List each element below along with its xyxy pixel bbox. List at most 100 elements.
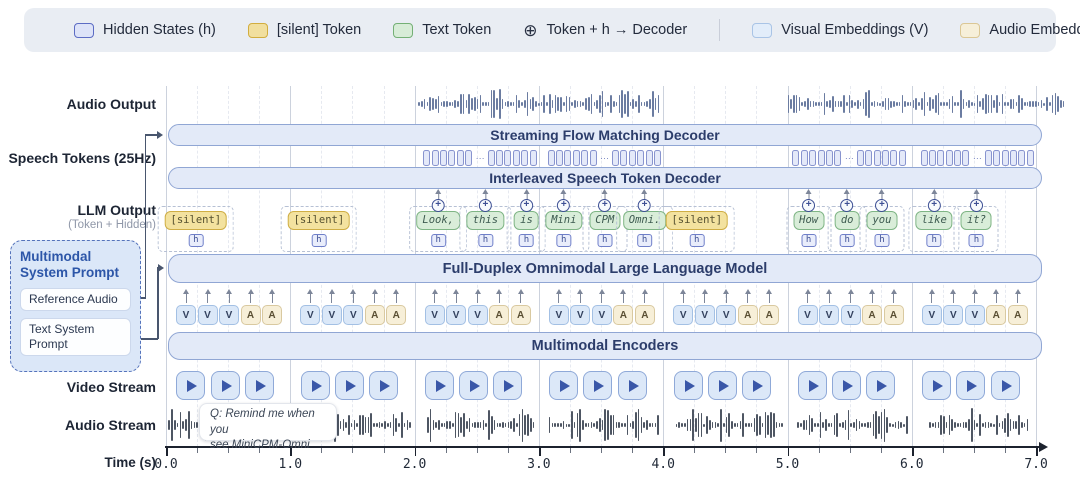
legend-label: Token + h → Decoder bbox=[546, 22, 688, 38]
connector-text-prompt-h bbox=[138, 338, 158, 340]
time-tick-minor bbox=[973, 448, 975, 453]
time-tick-minor bbox=[445, 448, 447, 453]
embedding-up-arrow-line bbox=[455, 294, 457, 303]
video-frame-button bbox=[369, 371, 399, 400]
time-tick-minor bbox=[880, 448, 882, 453]
video-frame-button bbox=[459, 371, 489, 400]
speech-token bbox=[555, 150, 563, 166]
token-pill: [silent] bbox=[287, 211, 351, 230]
embedding-up-arrow-line bbox=[520, 294, 522, 303]
embedding-cell: A bbox=[510, 289, 531, 325]
speech-token bbox=[564, 150, 572, 166]
hidden-state-box: h bbox=[637, 234, 653, 247]
visual-embedding-box: V bbox=[219, 305, 239, 325]
speech-token bbox=[993, 150, 1001, 166]
row-label-llm-output-sub: (Token + Hidden) bbox=[68, 219, 156, 231]
audio-embedding-box: A bbox=[862, 305, 882, 325]
legend-item-audio-embeddings: Audio Embeddings (A) bbox=[960, 22, 1080, 38]
embedding-up-arrow-line bbox=[931, 294, 933, 303]
video-frame-button bbox=[549, 371, 579, 400]
play-icon bbox=[877, 379, 888, 392]
legend-label: Hidden States (h) bbox=[103, 22, 216, 38]
embedding-up-arrow-line bbox=[309, 294, 311, 303]
time-tick-minor bbox=[383, 448, 385, 453]
token-pill: [silent] bbox=[164, 211, 228, 230]
token-group-box: this h bbox=[459, 206, 512, 252]
embedding-cell: A bbox=[737, 289, 758, 325]
token-group-box: it? h bbox=[953, 206, 999, 252]
embedding-cell: V bbox=[548, 289, 569, 325]
audio-embedding-box: A bbox=[759, 305, 780, 325]
speech-token bbox=[611, 150, 619, 166]
embedding-cell: A bbox=[386, 289, 407, 325]
embedding-cell: V bbox=[219, 289, 239, 325]
plus-circle-icon: + bbox=[927, 199, 941, 212]
hidden-state-box: h bbox=[188, 234, 204, 247]
speech-token bbox=[873, 150, 881, 166]
speech-token bbox=[487, 150, 495, 166]
embedding-cell: A bbox=[862, 289, 882, 325]
play-icon bbox=[967, 379, 978, 392]
multimodal-system-prompt-box: Multimodal System Prompt Reference Audio… bbox=[10, 240, 141, 372]
llm-token-silent: [silent] h bbox=[658, 206, 736, 252]
plus-circle-icon: + bbox=[875, 199, 889, 212]
play-icon bbox=[435, 379, 446, 392]
embedding-cell: V bbox=[673, 289, 694, 325]
video-frame-button bbox=[176, 371, 206, 400]
embedding-up-arrow-line bbox=[995, 294, 997, 303]
visual-embedding-box: V bbox=[797, 305, 818, 325]
video-frame-button bbox=[707, 371, 737, 400]
speech-token bbox=[521, 150, 529, 166]
plus-circle-icon: + bbox=[431, 199, 445, 212]
hidden-state-box: h bbox=[477, 234, 493, 247]
legend-item-hidden-states: Hidden States (h) bbox=[74, 22, 216, 38]
play-icon bbox=[380, 379, 391, 392]
embedding-cell: V bbox=[943, 289, 964, 325]
hidden-state-box: h bbox=[968, 234, 984, 247]
embedding-group: VVVAA bbox=[300, 289, 407, 325]
connector-reference-audio-h2 bbox=[144, 134, 158, 136]
visual-embedding-box: V bbox=[943, 305, 964, 325]
embedding-up-arrow-line bbox=[768, 294, 770, 303]
speech-token bbox=[920, 150, 928, 166]
llm-token-text: + it? h bbox=[953, 189, 999, 252]
time-tick-major bbox=[414, 448, 417, 456]
plus-circle-icon: + bbox=[519, 199, 533, 212]
play-icon bbox=[628, 379, 639, 392]
speech-token bbox=[465, 150, 473, 166]
speech-token bbox=[1001, 150, 1009, 166]
video-frame-button bbox=[210, 371, 240, 400]
time-tick-major bbox=[1036, 448, 1038, 456]
embedding-up-arrow-line bbox=[828, 294, 830, 303]
embedding-cell: V bbox=[840, 289, 861, 325]
embedding-up-arrow-line bbox=[331, 294, 333, 303]
speech-token bbox=[898, 150, 906, 166]
visual-embedding-box: V bbox=[467, 305, 488, 325]
time-tick-major bbox=[166, 448, 168, 456]
connector-arrow-llm bbox=[158, 263, 164, 272]
embedding-up-arrow-line bbox=[477, 294, 479, 303]
embedding-group: VVVAA bbox=[424, 289, 531, 325]
embedding-up-arrow-line bbox=[974, 294, 976, 303]
video-frame-button bbox=[832, 371, 862, 400]
video-frame-button bbox=[866, 371, 896, 400]
speech-token bbox=[809, 150, 817, 166]
speech-token bbox=[529, 150, 537, 166]
speech-token bbox=[620, 150, 628, 166]
embedding-cell: V bbox=[570, 289, 591, 325]
speech-token-segment: ⋯ bbox=[792, 149, 906, 167]
audio-embedding-box: A bbox=[737, 305, 758, 325]
text-token-swatch-icon bbox=[393, 22, 414, 38]
hidden-state-box: h bbox=[874, 234, 890, 247]
time-tick-major bbox=[911, 448, 914, 456]
speech-token bbox=[865, 150, 873, 166]
speech-token-segment: ⋯ bbox=[423, 149, 537, 167]
time-tick-minor bbox=[1005, 448, 1007, 453]
embedding-up-arrow-line bbox=[579, 294, 581, 303]
embedding-up-arrow-line bbox=[207, 294, 208, 303]
time-axis-arrowhead bbox=[1039, 442, 1048, 452]
audio-embedding-box: A bbox=[364, 305, 385, 325]
embedding-cell: V bbox=[921, 289, 942, 325]
embedding-cell: V bbox=[343, 289, 364, 325]
time-tick-minor bbox=[476, 448, 478, 453]
